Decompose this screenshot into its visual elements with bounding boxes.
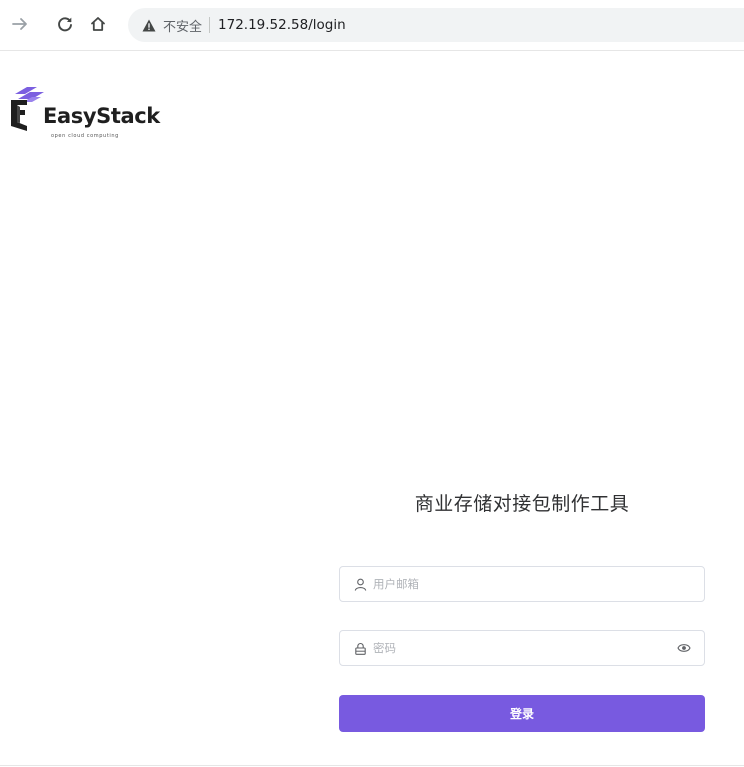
page-title: 商业存储对接包制作工具 [414,493,630,515]
lock-icon [355,643,366,655]
forward-button[interactable] [8,12,32,36]
reload-button[interactable] [53,12,77,36]
password-field[interactable] [339,630,705,666]
address-bar[interactable]: 不安全 172.19.52.58/login [128,8,744,42]
browser-toolbar: 不安全 172.19.52.58/login [0,0,744,51]
easystack-logo: EasyStack open cloud computing [10,86,160,142]
easystack-logo-icon [11,87,44,131]
home-button[interactable] [86,12,110,36]
arrow-right-icon [12,18,27,30]
eye-icon[interactable] [677,642,691,654]
user-icon [354,578,367,591]
home-icon [91,17,105,31]
page-divider [0,765,744,766]
username-field[interactable] [339,566,705,602]
username-input[interactable] [373,567,663,601]
security-label[interactable]: 不安全 [163,16,202,35]
password-input[interactable] [373,631,663,665]
logo-tagline: open cloud computing [51,133,119,139]
reload-icon [58,17,72,32]
logo-wordmark: EasyStack [43,104,160,128]
login-button[interactable]: 登录 [339,695,705,732]
url-text[interactable]: 172.19.52.58/login [218,17,346,33]
warning-icon [142,18,156,32]
address-divider [209,17,211,33]
